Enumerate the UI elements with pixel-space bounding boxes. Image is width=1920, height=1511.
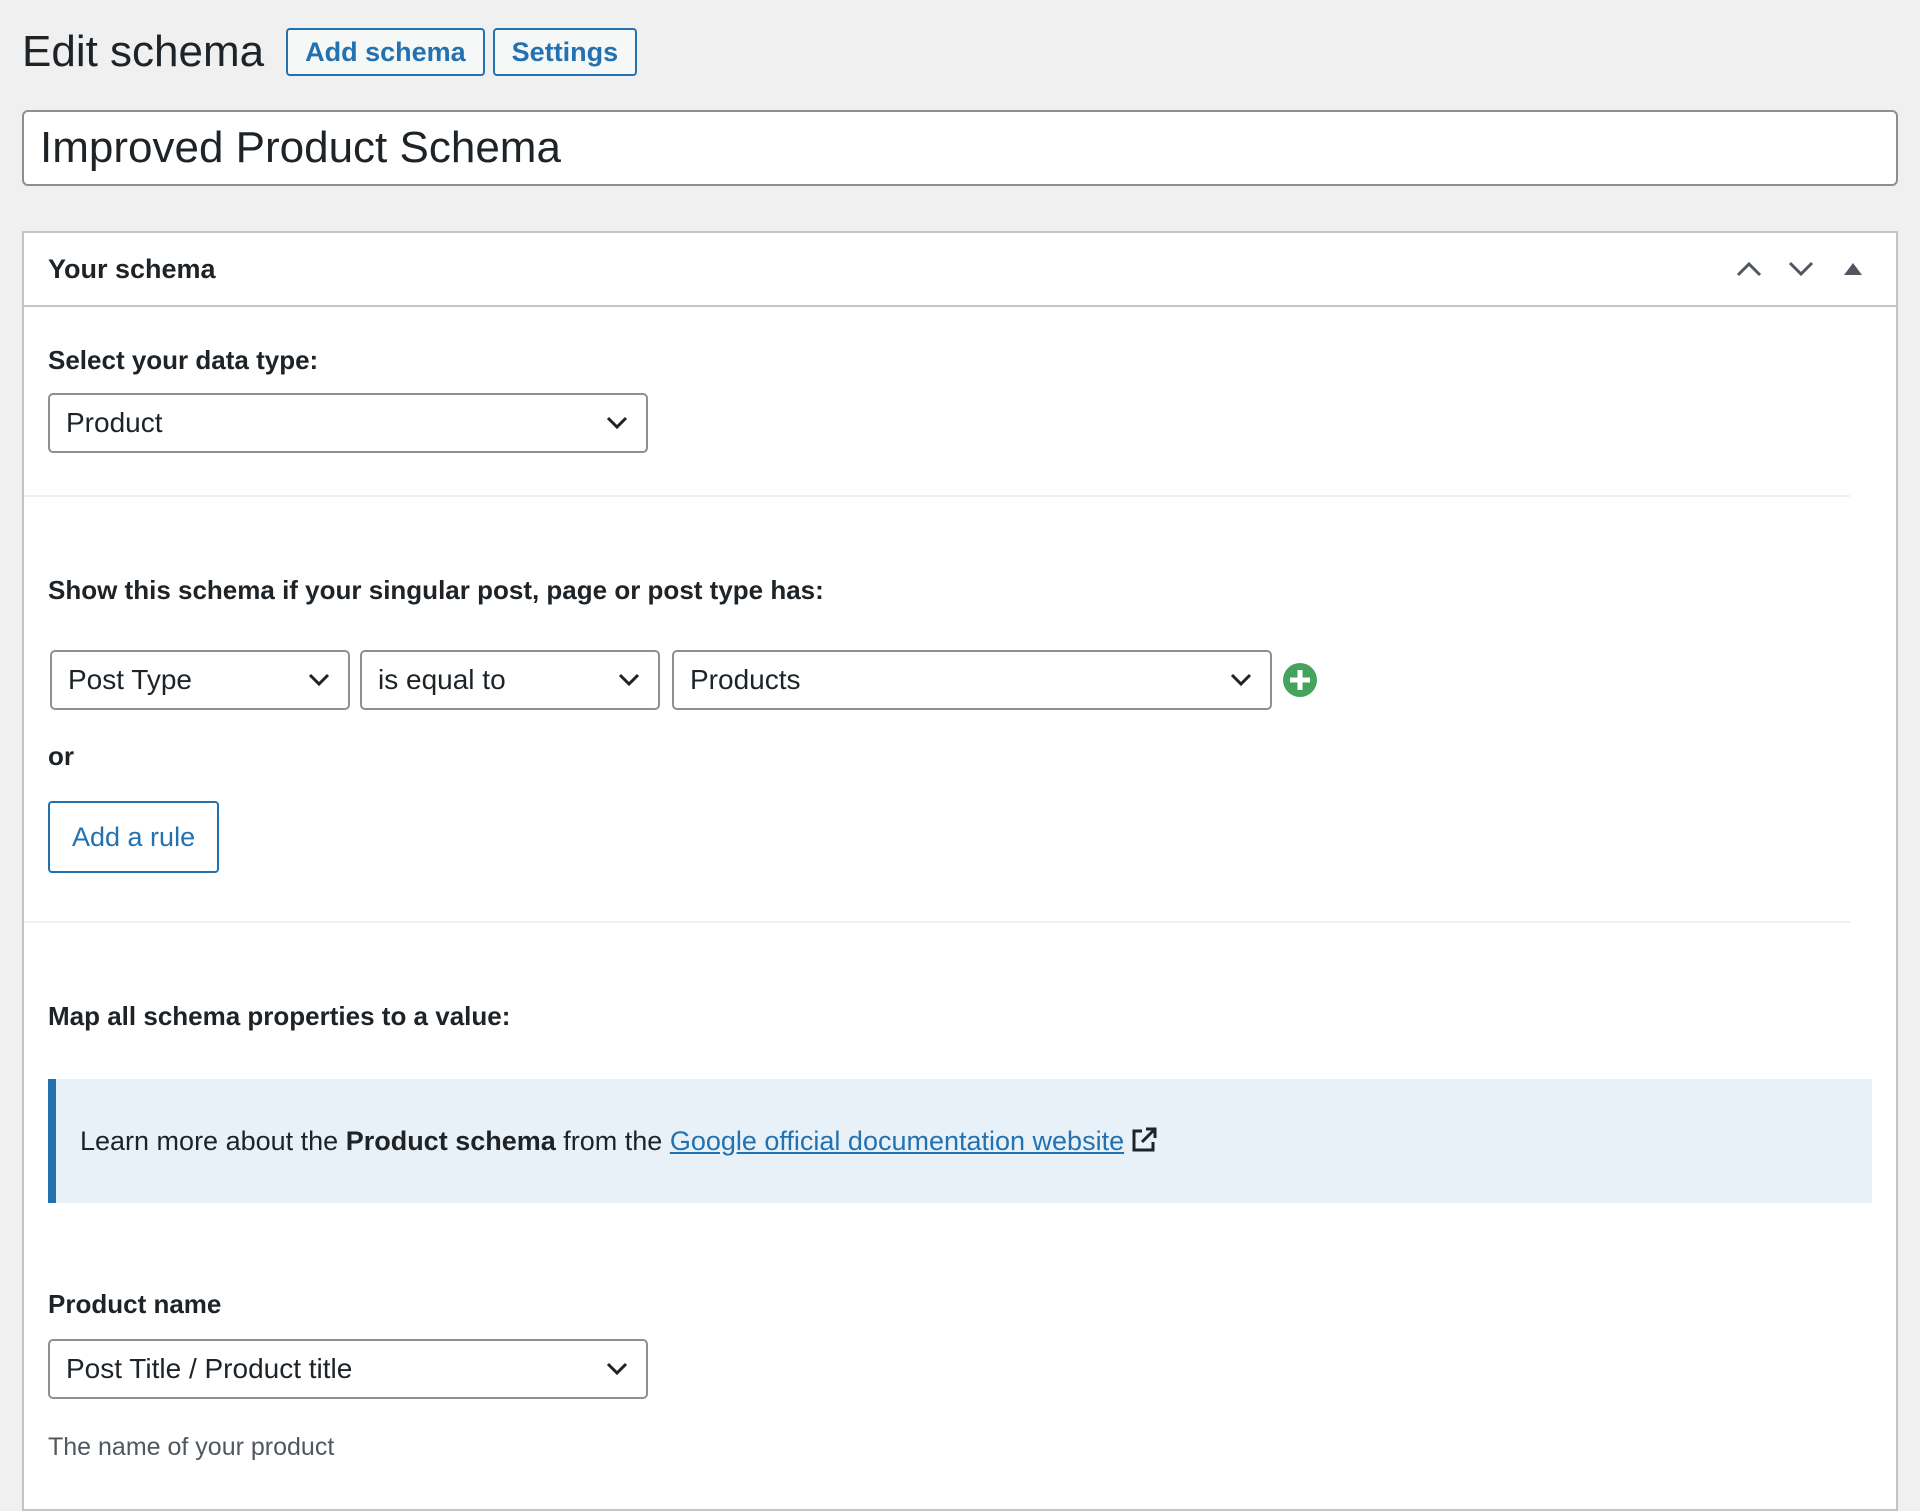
product-name-value: Post Title / Product title <box>66 1353 353 1384</box>
page-title: Edit schema <box>22 27 265 76</box>
data-type-label: Select your data type: <box>48 345 319 375</box>
toggle-panel-button[interactable] <box>1834 250 1872 288</box>
triangle-up-icon <box>1844 263 1862 275</box>
or-label: or <box>48 741 74 771</box>
add-schema-button[interactable]: Add schema <box>286 28 485 76</box>
rules-label: Show this schema if your singular post, … <box>48 575 824 605</box>
product-name-description: The name of your product <box>48 1433 335 1461</box>
chevron-down-icon <box>1788 261 1814 277</box>
data-type-select[interactable]: Product <box>48 393 648 453</box>
chevron-up-icon <box>1736 261 1762 277</box>
notice-mid: from the <box>555 1125 670 1156</box>
section-divider <box>24 495 1850 497</box>
external-link-icon <box>1132 1127 1157 1151</box>
settings-button[interactable]: Settings <box>492 28 638 76</box>
schema-title-input[interactable] <box>22 110 1898 186</box>
google-docs-link[interactable]: Google official documentation website <box>670 1126 1124 1156</box>
chevron-down-icon <box>1228 667 1254 693</box>
move-up-button[interactable] <box>1730 250 1768 288</box>
chevron-down-icon <box>604 410 630 436</box>
rule-value-value: Products <box>690 664 801 695</box>
notice-prefix: Learn more about the <box>80 1125 346 1156</box>
move-down-button[interactable] <box>1782 250 1820 288</box>
chevron-down-icon <box>306 667 332 693</box>
rule-operator-value: is equal to <box>378 664 506 695</box>
product-name-label: Product name <box>48 1289 222 1319</box>
page-header: Edit schema Add schema Settings <box>22 26 638 78</box>
rule-value-select[interactable]: Products <box>672 650 1272 710</box>
mapping-label: Map all schema properties to a value: <box>48 1001 511 1031</box>
postbox-header: Your schema <box>24 233 1896 307</box>
rule-operator-select[interactable]: is equal to <box>360 650 660 710</box>
chevron-down-icon <box>616 667 642 693</box>
your-schema-postbox: Your schema Select your data type: Produ… <box>22 231 1898 1511</box>
postbox-title: Your schema <box>48 253 216 284</box>
add-condition-plus-icon[interactable] <box>1282 662 1318 698</box>
notice-bold-text: Product schema <box>345 1125 556 1156</box>
add-rule-button[interactable]: Add a rule <box>48 801 220 873</box>
data-type-value: Product <box>66 407 163 438</box>
product-name-select[interactable]: Post Title / Product title <box>48 1339 648 1399</box>
postbox-handles <box>1730 250 1872 288</box>
schema-info-notice: Learn more about the Product schema from… <box>48 1079 1872 1203</box>
rule-param-value: Post Type <box>68 664 193 695</box>
chevron-down-icon <box>604 1356 630 1382</box>
notice-text: Learn more about the Product schema from… <box>80 1126 1158 1157</box>
rule-param-select[interactable]: Post Type <box>50 650 350 710</box>
section-divider <box>24 921 1850 923</box>
